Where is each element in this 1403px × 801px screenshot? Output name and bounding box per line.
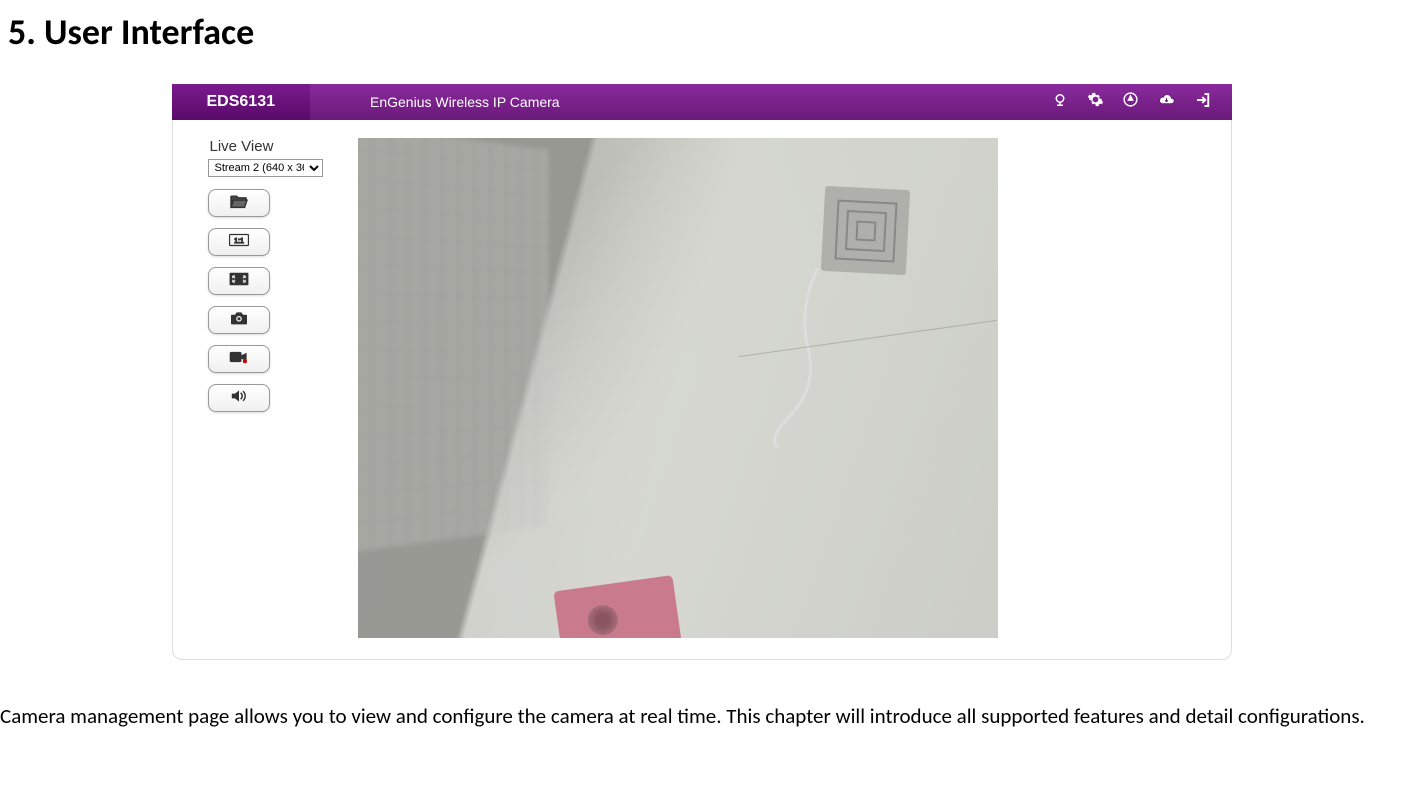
live-view-label: Live View [210, 138, 323, 155]
model-label: EDS6131 [172, 84, 311, 120]
camera-header-bar: EDS6131 EnGenius Wireless IP Camera [172, 84, 1232, 120]
page-heading: 5. User Interface [0, 0, 1403, 84]
header-icons [1051, 91, 1232, 114]
left-controls: Live View Stream 2 (640 x 360) 1:1 [208, 138, 323, 641]
camera-ui-screenshot: EDS6131 EnGenius Wireless IP Camera [172, 84, 1232, 660]
cloud-download-icon[interactable] [1157, 91, 1176, 113]
video-feed [358, 138, 998, 638]
audio-icon [229, 388, 249, 409]
camera-snapshot-icon [229, 310, 249, 331]
actual-size-icon: 1:1 [228, 232, 250, 253]
stream-select[interactable]: Stream 2 (640 x 360) [208, 159, 323, 177]
fullscreen-button[interactable] [208, 267, 270, 295]
svg-text:1:1: 1:1 [234, 238, 244, 245]
product-title: EnGenius Wireless IP Camera [310, 94, 560, 110]
folder-open-icon [229, 193, 249, 214]
video-record-icon [228, 349, 250, 370]
fullscreen-icon [228, 271, 250, 292]
actual-size-button[interactable]: 1:1 [208, 228, 270, 256]
camera-live-icon[interactable] [1051, 91, 1069, 114]
audio-button[interactable] [208, 384, 270, 412]
snapshot-button[interactable] [208, 306, 270, 334]
gear-icon[interactable] [1087, 91, 1104, 113]
body-text: Camera management page allows you to vie… [0, 700, 1403, 754]
content-panel: Live View Stream 2 (640 x 360) 1:1 [172, 120, 1232, 660]
logout-icon[interactable] [1194, 91, 1212, 114]
record-button[interactable] [208, 345, 270, 373]
folder-button[interactable] [208, 189, 270, 217]
alert-circle-icon[interactable] [1122, 91, 1139, 113]
